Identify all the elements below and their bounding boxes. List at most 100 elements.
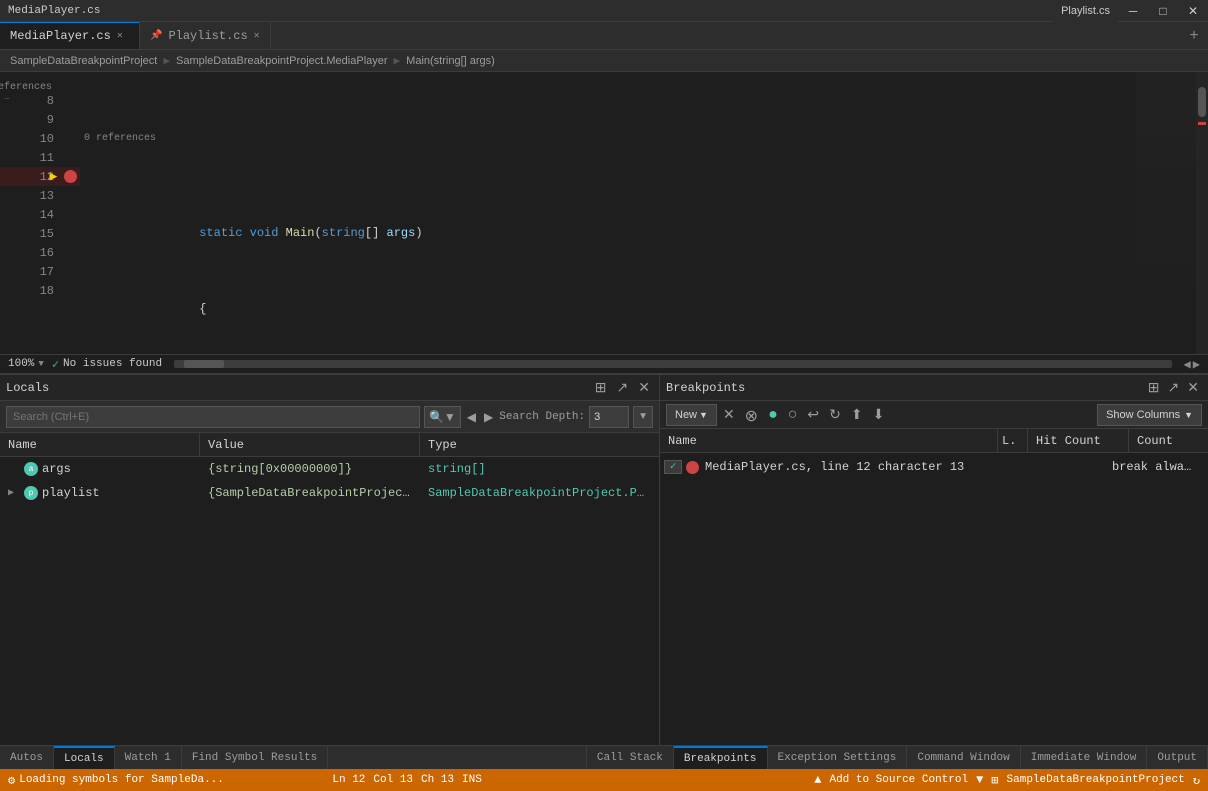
locals-search-btn[interactable]: 🔍▼	[424, 406, 461, 428]
zoom-level: 100%	[8, 358, 34, 370]
editor-vscroll[interactable]	[1196, 72, 1208, 354]
scroll-left-icon[interactable]: ◀	[1184, 357, 1191, 372]
line-9-num: 9	[0, 110, 60, 129]
bp-export1-btn[interactable]: ⬆	[847, 404, 867, 426]
bp-delete-all-btn[interactable]: ⊗	[741, 404, 762, 426]
locals-pin-btn[interactable]: ⊞	[592, 378, 610, 397]
bp-gutter-ref	[60, 72, 80, 91]
bp-gutter-9	[60, 110, 80, 129]
source-control-text[interactable]: Add to Source Control	[829, 774, 968, 786]
bottom-tab-bar: Autos Locals Watch 1 Find Symbol Results…	[0, 745, 1208, 769]
bp-pin-btn[interactable]: ⊞	[1145, 378, 1163, 397]
args-name-text: args	[42, 462, 71, 476]
bp-disable-btn[interactable]: ○	[784, 404, 802, 426]
bp-row-0[interactable]: ✓ MediaPlayer.cs, line 12 character 13 b…	[660, 453, 1208, 481]
title-right-file[interactable]: Playlist.cs	[1053, 0, 1118, 22]
scroll-right-icon[interactable]: ▶	[1193, 357, 1200, 372]
playlist-type-icon: p	[24, 486, 38, 500]
bp-checkbox-0[interactable]: ✓	[664, 460, 682, 474]
tab-mediaplayer-close[interactable]: ✕	[117, 30, 123, 42]
code-line-8: static void Main(string[] args)	[84, 205, 1136, 224]
code-line-9: {	[84, 281, 1136, 300]
btab-autos[interactable]: Autos	[0, 746, 54, 769]
bp-float-btn[interactable]: ↗	[1165, 378, 1183, 397]
line-18-num: 18	[0, 281, 60, 300]
bp-table-body: ✓ MediaPlayer.cs, line 12 character 13 b…	[660, 453, 1208, 767]
check-icon: ✓	[52, 357, 59, 372]
bp-scrollbar-marker	[1198, 122, 1206, 125]
issues-indicator[interactable]: ✓ No issues found	[52, 357, 162, 372]
locals-panel-header: Locals ⊞ ↗ ✕	[0, 375, 659, 401]
tab-bar-spacer	[328, 746, 587, 769]
locals-row-playlist-value: {SampleDataBreakpointProject.Playlist}	[200, 486, 420, 500]
locals-nav-next[interactable]: ▶	[482, 410, 495, 424]
bp-refresh2-btn[interactable]: ↻	[825, 404, 845, 426]
tab-mediaplayer[interactable]: MediaPlayer.cs ✕	[0, 22, 140, 49]
breadcrumb-class[interactable]: SampleDataBreakpointProject.MediaPlayer	[174, 55, 390, 67]
add-tab-btn[interactable]: +	[1180, 22, 1208, 49]
locals-search-input[interactable]	[6, 406, 420, 428]
bp-new-btn[interactable]: New ▼	[666, 404, 717, 426]
btab-immediatewindow[interactable]: Immediate Window	[1021, 746, 1148, 769]
locals-nav-prev[interactable]: ◀	[465, 410, 478, 424]
bottom-panels: Locals ⊞ ↗ ✕ 🔍▼ ◀ ▶ Search Depth: ▼ Name…	[0, 374, 1208, 767]
bp-refresh1-btn[interactable]: ↩	[803, 404, 823, 426]
btab-findsymbol[interactable]: Find Symbol Results	[182, 746, 328, 769]
bp-export2-btn[interactable]: ⬇	[869, 404, 889, 426]
locals-row-playlist[interactable]: ▶ p playlist {SampleDataBreakpointProjec…	[0, 481, 659, 505]
editor-status-bar: 100% ▼ ✓ No issues found ◀ ▶	[0, 354, 1208, 374]
show-columns-dropdown-icon: ▼	[1184, 410, 1193, 420]
btab-locals[interactable]: Locals	[54, 746, 115, 769]
debug-arrow: ▶	[50, 169, 58, 184]
btab-exceptionsettings[interactable]: Exception Settings	[768, 746, 908, 769]
bp-toolbar: Breakpoints ⊞ ↗ ✕	[660, 375, 1208, 401]
line-10-num: 10	[0, 129, 60, 148]
locals-depth-input[interactable]	[589, 406, 629, 428]
locals-row-args-type: string[]	[420, 462, 659, 476]
bp-gutter: ▶	[60, 72, 80, 354]
bp-gutter-12: ▶	[60, 167, 80, 186]
btab-watch1[interactable]: Watch 1	[115, 746, 182, 769]
h-scrollbar[interactable]	[174, 360, 1171, 368]
locals-close-btn[interactable]: ✕	[635, 378, 653, 397]
playlist-name-text: playlist	[42, 486, 100, 500]
btab-callstack[interactable]: Call Stack	[587, 746, 674, 769]
bp-enable-btn[interactable]: ●	[764, 404, 782, 426]
bp-delete-btn[interactable]: ✕	[719, 404, 739, 426]
minimize-btn[interactable]: ─	[1118, 0, 1148, 22]
locals-panel: Locals ⊞ ↗ ✕ 🔍▼ ◀ ▶ Search Depth: ▼ Name…	[0, 375, 660, 767]
btab-output[interactable]: Output	[1147, 746, 1208, 769]
collapse-8-icon[interactable]: −	[4, 95, 10, 106]
tab-playlist-pin: 📌	[150, 30, 162, 42]
editor-vscroll-thumb[interactable]	[1198, 87, 1206, 117]
breadcrumb-project[interactable]: SampleDataBreakpointProject	[8, 55, 159, 67]
locals-table-body: ▶ a args {string[0x00000000]} string[] ▶…	[0, 457, 659, 767]
h-scrollbar-thumb[interactable]	[184, 360, 224, 368]
issues-text: No issues found	[63, 358, 162, 370]
loading-text: Loading symbols for SampleDa...	[19, 774, 224, 786]
locals-col-type: Type	[420, 433, 659, 456]
show-columns-btn[interactable]: Show Columns ▼	[1097, 404, 1202, 426]
breadcrumb-method[interactable]: Main(string[] args)	[404, 55, 497, 67]
locals-depth-dropdown[interactable]: ▼	[633, 406, 653, 428]
code-content[interactable]: 0 references static void Main(string[] a…	[80, 72, 1136, 354]
line-number-gutter: 0 references − 8 9 10 11 12 13 14 15 16 …	[0, 72, 60, 354]
btab-commandwindow[interactable]: Command Window	[907, 746, 1020, 769]
locals-row-args[interactable]: ▶ a args {string[0x00000000]} string[]	[0, 457, 659, 481]
locals-float-btn[interactable]: ↗	[614, 378, 632, 397]
tab-playlist[interactable]: 📌 Playlist.cs ✕	[140, 22, 271, 49]
sync-icon: ↻	[1193, 773, 1200, 788]
bp-hitval-0: break alwa...	[1104, 460, 1204, 474]
bp-check-icon: ✓	[670, 461, 676, 473]
bp-close-btn[interactable]: ✕	[1184, 378, 1202, 397]
up-icon: ▲	[814, 773, 821, 787]
line-8-num: − 8	[0, 91, 60, 110]
zoom-control[interactable]: 100% ▼	[8, 358, 44, 370]
line-14-num: 14	[0, 205, 60, 224]
playlist-expand-icon[interactable]: ▶	[8, 487, 20, 499]
maximize-btn[interactable]: □	[1148, 0, 1178, 22]
bp-col-name: Name	[660, 429, 998, 452]
close-btn[interactable]: ✕	[1178, 0, 1208, 22]
btab-breakpoints[interactable]: Breakpoints	[674, 746, 768, 769]
tab-playlist-close[interactable]: ✕	[254, 30, 260, 42]
